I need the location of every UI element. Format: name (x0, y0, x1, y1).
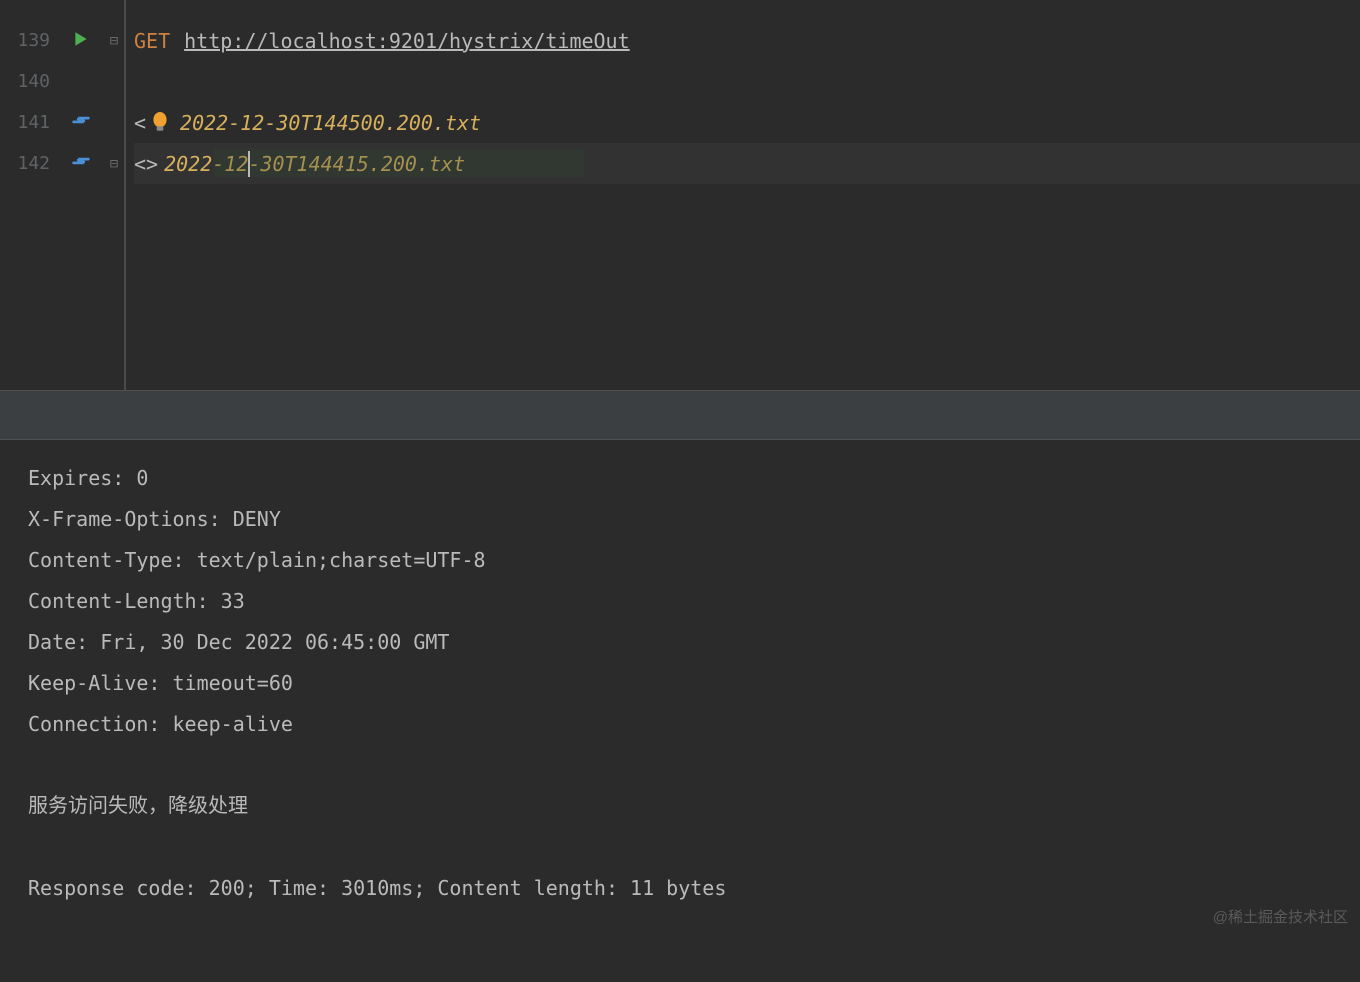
angle-bracket: <> (134, 152, 158, 176)
response-header: Content-Type: text/plain;charset=UTF-8 (28, 540, 1332, 581)
line-number: 141 (0, 102, 58, 143)
line-number: 140 (0, 61, 58, 102)
blank-line (28, 827, 1332, 868)
run-icon[interactable] (72, 29, 90, 53)
response-body: 服务访问失败，降级处理 (28, 786, 1332, 827)
response-header: Keep-Alive: timeout=60 (28, 663, 1332, 704)
response-header: X-Frame-Options: DENY (28, 499, 1332, 540)
response-header: Expires: 0 (28, 458, 1332, 499)
response-header: Content-Length: 33 (28, 581, 1332, 622)
line-number: 139 (0, 20, 58, 61)
line-number-gutter: 139 140 141 142 (0, 0, 58, 390)
editor-pane: 139 140 141 142 (0, 0, 1360, 390)
response-header: Date: Fri, 30 Dec 2022 06:45:00 GMT (28, 622, 1332, 663)
code-area[interactable]: GET http://localhost:9201/hystrix/timeOu… (126, 0, 1360, 390)
watermark: @稀土掘金技术社区 (1213, 906, 1348, 927)
fold-end-icon[interactable]: ⊟ (110, 156, 118, 172)
angle-bracket: < (134, 111, 146, 135)
code-line-request[interactable]: GET http://localhost:9201/hystrix/timeOu… (134, 20, 1360, 61)
response-filename[interactable]: 2022-12-30T144500.200.txt (180, 111, 481, 135)
gutter-actions (58, 0, 104, 390)
response-status: Response code: 200; Time: 3010ms; Conten… (28, 868, 1332, 909)
http-url[interactable]: http://localhost:9201/hystrix/timeOut (184, 29, 630, 53)
output-pane[interactable]: Expires: 0 X-Frame-Options: DENY Content… (0, 440, 1360, 927)
text-cursor (248, 151, 250, 177)
line-number: 142 (0, 143, 58, 184)
fold-gutter: ⊟ ⊟ (104, 0, 126, 390)
response-arrow-icon[interactable] (70, 150, 92, 177)
fold-icon[interactable]: ⊟ (110, 33, 118, 49)
code-line-response-file-current[interactable]: <> 2022-12-30T144415.200.txt (134, 143, 1360, 184)
code-line-empty[interactable] (134, 61, 1360, 102)
response-arrow-icon[interactable] (70, 109, 92, 136)
response-header: Connection: keep-alive (28, 704, 1332, 745)
selection-highlight (214, 149, 584, 177)
http-method: GET (134, 29, 170, 53)
pane-separator[interactable] (0, 390, 1360, 440)
blank-line (28, 745, 1332, 786)
intention-bulb-icon[interactable] (150, 113, 170, 133)
code-line-response-file[interactable]: < 2022-12-30T144500.200.txt (134, 102, 1360, 143)
